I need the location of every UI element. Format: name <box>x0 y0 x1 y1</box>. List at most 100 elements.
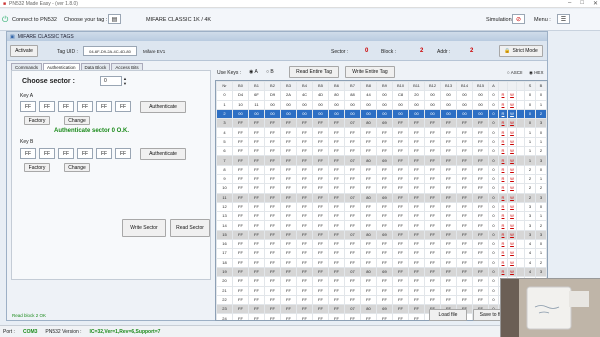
byte-cell[interactable]: FF <box>312 146 329 157</box>
byte-cell[interactable]: FF <box>472 183 489 194</box>
byte-cell[interactable]: FF <box>328 173 345 185</box>
byte-cell[interactable]: FF <box>248 201 265 213</box>
byte-cell[interactable]: FF <box>360 183 377 194</box>
byte-cell[interactable]: FF <box>312 201 329 213</box>
block-cell[interactable]: 2 <box>535 220 547 231</box>
table-row[interactable]: 7 FF FF FF FF FF FF FF 07 80 69 FF FF FF FF FF FF 0 R W 1 3 <box>216 155 547 166</box>
block-number-cell[interactable]: 17 <box>216 248 233 259</box>
radio-hex[interactable]: ◉ HEX <box>529 70 543 76</box>
menu-icon[interactable]: ☰ <box>557 14 570 24</box>
byte-cell[interactable]: 69 <box>376 155 393 166</box>
spacer-cell[interactable] <box>516 257 525 268</box>
sector-cell[interactable]: 4 <box>524 257 536 268</box>
byte-cell[interactable]: FF <box>296 266 313 278</box>
read-sector-button[interactable]: Read Sector <box>170 219 210 237</box>
byte-cell[interactable]: FF <box>232 201 249 213</box>
block-cell[interactable]: 0 <box>535 127 547 138</box>
byte-cell[interactable]: 07 <box>344 192 361 203</box>
key-b-byte[interactable]: FF <box>115 148 131 159</box>
byte-cell[interactable]: FF <box>360 211 377 222</box>
byte-cell[interactable]: FF <box>328 248 345 259</box>
byte-cell[interactable]: FF <box>424 155 441 166</box>
write-entire-tag-button[interactable]: Write Entire Tag <box>345 66 395 78</box>
byte-cell[interactable]: FF <box>392 276 409 287</box>
byte-cell[interactable]: 00 <box>456 99 473 110</box>
read-link[interactable]: R <box>498 229 508 241</box>
byte-cell[interactable]: FF <box>312 304 329 315</box>
byte-cell[interactable]: FF <box>456 294 473 306</box>
block-cell[interactable]: 1 <box>535 211 547 222</box>
byte-cell[interactable]: FF <box>328 183 345 194</box>
authenticate-a-button[interactable]: Authenticate <box>140 101 186 113</box>
byte-cell[interactable]: FF <box>424 136 441 148</box>
byte-cell[interactable]: 00 <box>376 108 393 120</box>
byte-cell[interactable]: FF <box>344 276 361 287</box>
byte-cell[interactable]: FF <box>344 173 361 185</box>
byte-cell[interactable]: FF <box>264 173 281 185</box>
byte-cell[interactable]: 11 <box>248 99 265 110</box>
byte-cell[interactable]: FF <box>344 211 361 222</box>
byte-cell[interactable]: FF <box>328 146 345 157</box>
block-number-cell[interactable]: 14 <box>216 220 233 231</box>
key-b-byte[interactable]: FF <box>77 148 93 159</box>
spacer-cell[interactable] <box>516 99 525 110</box>
sector-cell[interactable]: 0 <box>524 90 536 101</box>
byte-cell[interactable]: FF <box>312 220 329 231</box>
byte-cell[interactable]: FF <box>232 239 249 250</box>
byte-cell[interactable]: 00 <box>296 99 313 110</box>
byte-cell[interactable]: FF <box>456 146 473 157</box>
byte-cell[interactable]: 00 <box>456 108 473 120</box>
byte-cell[interactable]: FF <box>328 239 345 250</box>
block-number-cell[interactable]: 10 <box>216 183 233 194</box>
table-row[interactable]: 10 FF FF FF FF FF FF FF FF FF FF FF FF FF FF FF FF 0 R W 2 2 <box>216 183 547 194</box>
byte-cell[interactable]: FF <box>344 183 361 194</box>
sector-cell[interactable]: 0 <box>524 99 536 110</box>
table-row[interactable]: 0 D4 6F D9 2A 4C 4D 80 88 44 00 C8 20 00 00 00 00 0 R W 0 0 <box>216 90 547 101</box>
byte-cell[interactable]: FF <box>424 229 441 241</box>
spacer-cell[interactable] <box>516 136 525 148</box>
byte-cell[interactable]: 00 <box>360 99 377 110</box>
auth-key-cell[interactable]: 0 <box>488 90 499 101</box>
simulation-icon[interactable]: ⊘ <box>512 14 525 24</box>
byte-cell[interactable]: FF <box>296 118 313 129</box>
byte-cell[interactable]: FF <box>440 164 457 175</box>
byte-cell[interactable]: FF <box>392 248 409 259</box>
byte-cell[interactable]: FF <box>264 211 281 222</box>
byte-cell[interactable]: FF <box>232 118 249 129</box>
byte-cell[interactable]: FF <box>424 146 441 157</box>
byte-cell[interactable]: FF <box>280 201 297 213</box>
byte-cell[interactable]: FF <box>248 248 265 259</box>
byte-cell[interactable]: FF <box>248 146 265 157</box>
byte-cell[interactable]: FF <box>376 294 393 306</box>
byte-cell[interactable]: 07 <box>344 266 361 278</box>
byte-cell[interactable]: FF <box>376 239 393 250</box>
byte-cell[interactable]: FF <box>408 229 425 241</box>
byte-cell[interactable]: FF <box>376 276 393 287</box>
byte-cell[interactable]: FF <box>264 285 281 296</box>
write-link[interactable]: W <box>507 192 517 203</box>
byte-cell[interactable]: FF <box>248 173 265 185</box>
byte-cell[interactable]: FF <box>376 220 393 231</box>
key-a-byte[interactable]: FF <box>77 101 93 112</box>
sector-cell[interactable]: 0 <box>524 118 536 129</box>
spacer-cell[interactable] <box>516 155 525 166</box>
byte-cell[interactable]: FF <box>344 248 361 259</box>
block-number-cell[interactable]: 13 <box>216 211 233 222</box>
write-link[interactable]: W <box>507 183 517 194</box>
byte-cell[interactable]: 00 <box>472 99 489 110</box>
byte-cell[interactable]: FF <box>392 183 409 194</box>
byte-cell[interactable]: FF <box>344 294 361 306</box>
strict-mode-button[interactable]: 🔒 Strict Mode <box>499 45 543 57</box>
byte-cell[interactable]: FF <box>232 211 249 222</box>
block-number-cell[interactable]: 23 <box>216 304 233 315</box>
byte-cell[interactable]: FF <box>408 220 425 231</box>
byte-cell[interactable]: FF <box>440 127 457 138</box>
connect-icon[interactable]: ⏻ <box>2 15 8 25</box>
write-link[interactable]: W <box>507 146 517 157</box>
byte-cell[interactable]: FF <box>456 118 473 129</box>
byte-cell[interactable]: FF <box>248 220 265 231</box>
byte-cell[interactable]: FF <box>424 220 441 231</box>
byte-cell[interactable]: FF <box>408 146 425 157</box>
write-link[interactable]: W <box>507 108 517 120</box>
byte-cell[interactable]: FF <box>440 155 457 166</box>
